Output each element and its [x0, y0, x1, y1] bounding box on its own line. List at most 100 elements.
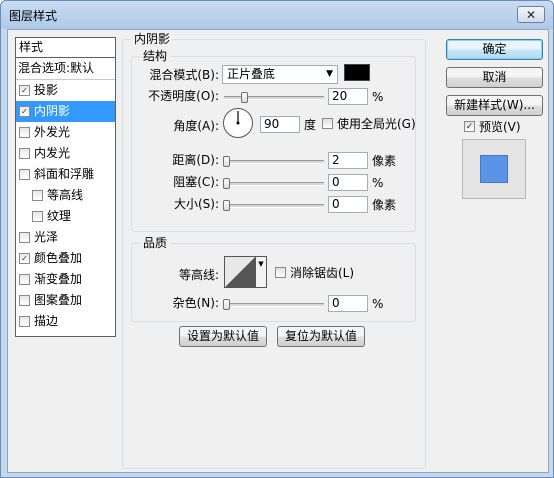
style-list: 样式 混合选项:默认 投影内阴影外发光内发光斜面和浮雕等高线纹理光泽颜色叠加渐变…	[15, 37, 116, 337]
inner-shadow-title: 内阴影	[131, 32, 174, 46]
global-light-label: 使用全局光(G)	[337, 117, 416, 131]
style-list-item[interactable]: 内阴影	[16, 101, 115, 122]
style-list-item[interactable]: 等高线	[16, 185, 115, 206]
blend-options-item[interactable]: 混合选项:默认	[16, 58, 115, 80]
anti-alias-checkbox[interactable]	[275, 267, 286, 278]
ok-button[interactable]: 确定	[446, 39, 543, 60]
style-list-item[interactable]: 斜面和浮雕	[16, 164, 115, 185]
blend-mode-value: 正片叠底	[227, 67, 276, 81]
structure-title: 结构	[140, 49, 171, 63]
choke-input[interactable]: 0	[328, 174, 368, 191]
style-item-label: 等高线	[47, 188, 84, 202]
noise-label: 杂色(N):	[172, 296, 219, 310]
style-item-checkbox[interactable]	[19, 106, 30, 117]
style-item-checkbox[interactable]	[19, 169, 30, 180]
style-item-label: 描边	[34, 314, 59, 328]
preview-checkbox[interactable]	[464, 121, 475, 132]
style-item-checkbox[interactable]	[19, 316, 30, 327]
style-list-header[interactable]: 样式	[16, 38, 115, 58]
contour-picker[interactable]	[224, 256, 256, 288]
blend-mode-select[interactable]: 正片叠底 ▼	[222, 65, 338, 84]
preview-label: 预览(V)	[479, 120, 521, 134]
noise-slider-track[interactable]	[224, 303, 324, 307]
distance-slider-track[interactable]	[224, 160, 324, 164]
cancel-button[interactable]: 取消	[446, 67, 543, 88]
style-list-item[interactable]: 描边	[16, 311, 115, 332]
structure-group: 结构 混合模式(B): 正片叠底 ▼ 不透明度(O): 20 % 角度(A): …	[131, 49, 416, 232]
style-item-checkbox[interactable]	[19, 148, 30, 159]
style-list-item[interactable]: 投影	[16, 80, 115, 101]
contour-curve-icon	[225, 257, 255, 287]
style-list-item[interactable]: 光泽	[16, 227, 115, 248]
style-item-checkbox[interactable]	[32, 211, 43, 222]
style-item-label: 斜面和浮雕	[34, 167, 95, 181]
noise-input[interactable]: 0	[328, 295, 368, 312]
close-button[interactable]: ✕	[517, 6, 545, 23]
quality-title: 品质	[140, 236, 171, 250]
opacity-label: 不透明度(O):	[148, 89, 219, 103]
style-list-item[interactable]: 颜色叠加	[16, 248, 115, 269]
contour-label: 等高线:	[178, 268, 219, 282]
style-item-checkbox[interactable]	[32, 190, 43, 201]
style-item-label: 投影	[34, 83, 59, 97]
make-default-button[interactable]: 设置为默认值	[179, 326, 267, 347]
size-input[interactable]: 0	[328, 196, 368, 213]
style-list-item[interactable]: 内发光	[16, 143, 115, 164]
opacity-slider-thumb[interactable]	[241, 92, 248, 103]
style-item-checkbox[interactable]	[19, 295, 30, 306]
style-list-item[interactable]: 渐变叠加	[16, 269, 115, 290]
choke-slider-thumb[interactable]	[223, 178, 230, 189]
reset-default-button[interactable]: 复位为默认值	[277, 326, 365, 347]
style-item-checkbox[interactable]	[19, 85, 30, 96]
style-item-label: 外发光	[34, 125, 71, 139]
close-icon: ✕	[525, 7, 537, 22]
size-slider-track[interactable]	[224, 204, 324, 208]
style-item-label: 内阴影	[34, 104, 71, 118]
style-list-item[interactable]: 纹理	[16, 206, 115, 227]
contour-dropdown-button[interactable]: ▼	[256, 256, 267, 288]
angle-label: 角度(A):	[173, 119, 219, 133]
opacity-input[interactable]: 20	[328, 88, 368, 105]
quality-group: 品质 等高线: ▼ 消除锯齿(L) 杂色(N): 0 %	[131, 236, 416, 322]
angle-unit: 度	[304, 118, 317, 132]
style-item-checkbox[interactable]	[19, 232, 30, 243]
angle-dial[interactable]	[223, 108, 253, 138]
distance-unit: 像素	[372, 154, 397, 168]
choke-unit: %	[372, 176, 384, 190]
preview-swatch	[480, 155, 508, 183]
new-style-button[interactable]: 新建样式(W)...	[446, 95, 543, 116]
style-item-label: 颜色叠加	[34, 251, 83, 265]
window-title: 图层样式	[9, 9, 58, 23]
choke-slider-track[interactable]	[224, 182, 324, 186]
blend-color-swatch[interactable]	[344, 64, 370, 81]
style-item-checkbox[interactable]	[19, 127, 30, 138]
style-item-label: 图案叠加	[34, 293, 83, 307]
noise-slider-thumb[interactable]	[223, 299, 230, 310]
distance-slider-thumb[interactable]	[223, 156, 230, 167]
title-bar[interactable]: 图层样式 ✕	[1, 1, 553, 29]
size-label: 大小(S):	[173, 197, 219, 211]
size-slider-thumb[interactable]	[223, 200, 230, 211]
choke-label: 阻塞(C):	[173, 175, 219, 189]
style-item-label: 内发光	[34, 146, 71, 160]
opacity-slider-track[interactable]	[224, 96, 324, 100]
noise-unit: %	[372, 297, 384, 311]
dialog-body: 样式 混合选项:默认 投影内阴影外发光内发光斜面和浮雕等高线纹理光泽颜色叠加渐变…	[7, 29, 549, 473]
style-item-checkbox[interactable]	[19, 274, 30, 285]
distance-input[interactable]: 2	[328, 152, 368, 169]
angle-dial-needle-icon	[236, 111, 240, 125]
angle-input[interactable]: 90	[260, 116, 300, 133]
style-list-item[interactable]: 图案叠加	[16, 290, 115, 311]
style-item-label: 纹理	[47, 209, 72, 223]
chevron-down-icon: ▼	[326, 69, 333, 79]
global-light-checkbox[interactable]	[322, 118, 333, 129]
anti-alias-label: 消除锯齿(L)	[290, 266, 355, 280]
style-list-item[interactable]: 外发光	[16, 122, 115, 143]
chevron-down-icon: ▼	[258, 260, 264, 268]
style-item-checkbox[interactable]	[19, 253, 30, 264]
blend-options-label: 混合选项:默认	[18, 61, 95, 75]
style-item-label: 渐变叠加	[34, 272, 83, 286]
preview-box	[462, 139, 526, 199]
size-unit: 像素	[372, 198, 397, 212]
inner-shadow-panel: 内阴影 结构 混合模式(B): 正片叠底 ▼ 不透明度(O): 20 % 角度(…	[122, 32, 426, 469]
